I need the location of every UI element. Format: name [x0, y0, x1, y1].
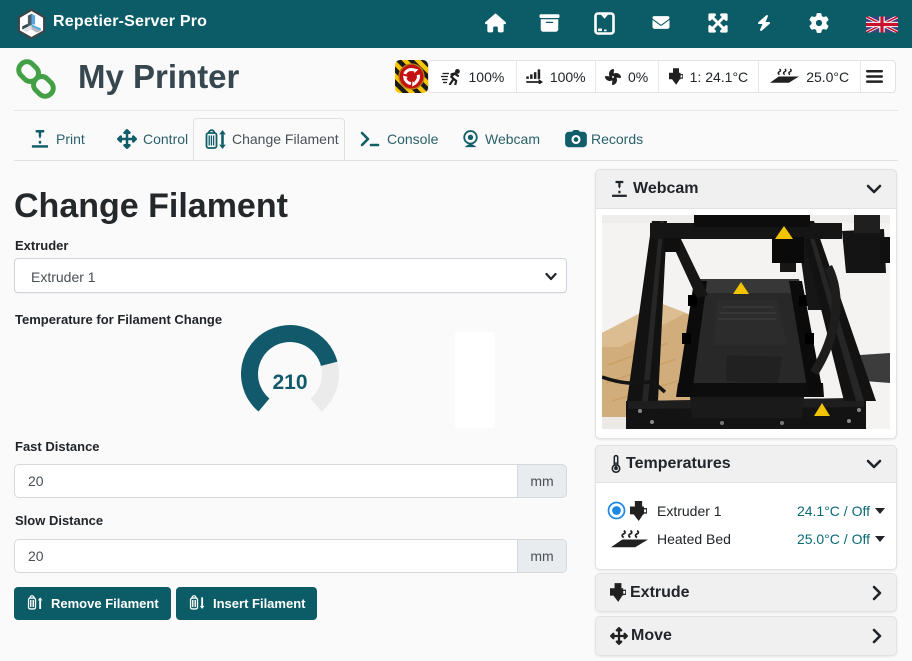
svg-text:210: 210: [272, 371, 307, 394]
